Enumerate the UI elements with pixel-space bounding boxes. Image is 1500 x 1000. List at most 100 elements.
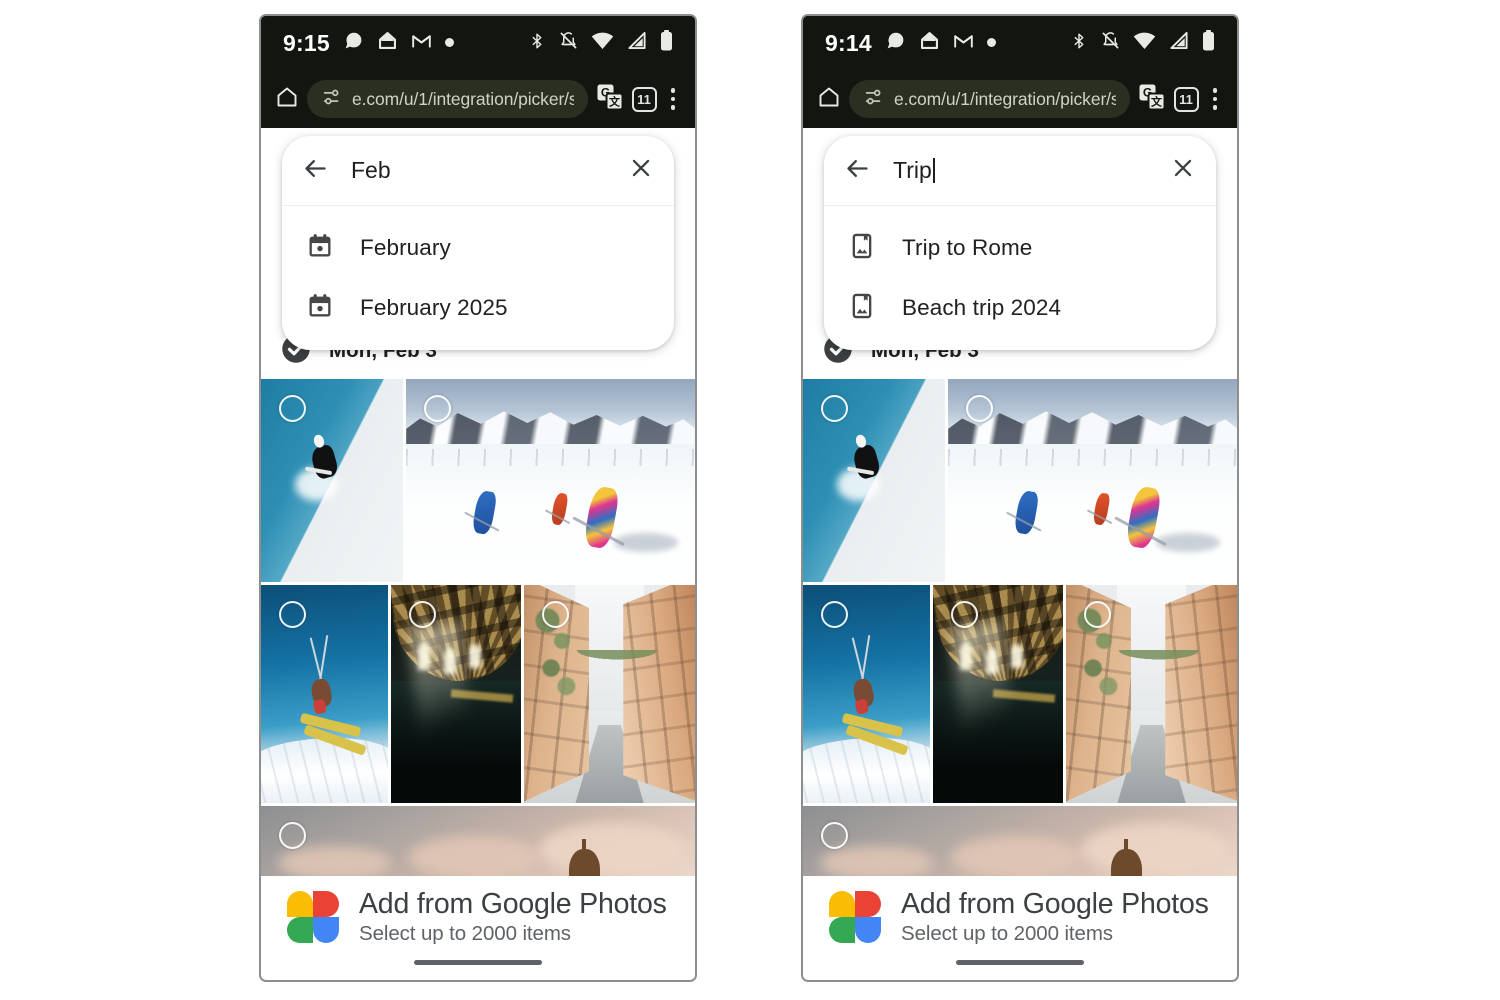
photo-grid-row [803,379,1237,582]
photo-sunset-dome[interactable] [803,806,1237,882]
svg-text:文: 文 [1151,94,1163,108]
search-suggestion[interactable]: Trip to Rome [824,218,1216,278]
photo-grid-row [261,585,695,803]
tab-switcher-button[interactable]: 11 [631,86,657,112]
photo-sunset-dome[interactable] [261,806,695,882]
bottom-action-sheet[interactable]: Add from Google Photos Select up to 2000 … [261,876,695,980]
chat-bubble-icon [885,30,906,56]
search-suggestion[interactable]: Beach trip 2024 [824,278,1216,338]
photo-grid-row [803,806,1237,882]
unselected-circle-icon[interactable] [821,395,848,422]
home-icon[interactable] [275,85,299,114]
unselected-circle-icon[interactable] [409,601,437,628]
android-status-bar: 9:14 [803,16,1237,70]
photo-italian-street[interactable] [1066,585,1237,803]
phone-right: 9:14 e.com/u/1/integration/picker/s G 文 11 Mo… [801,14,1239,982]
search-bar[interactable]: Feb [282,136,674,206]
home-indicator [414,960,542,965]
bottom-sheet-subtitle: Select up to 2000 items [901,922,1113,945]
cell-signal-icon [1169,31,1189,55]
tune-icon[interactable] [863,86,885,113]
screenshot-canvas: 9:15 e.com/u/1/integration/picker/s G 文 11 Mo… [0,0,1500,1000]
search-input[interactable]: Feb [329,157,628,184]
gmail-icon [953,30,974,56]
google-home-icon [919,30,940,56]
photo-ski-panorama[interactable] [405,379,695,582]
address-bar-url: e.com/u/1/integration/picker/s [894,88,1116,109]
cell-signal-icon [627,31,647,55]
status-right-cluster [1070,30,1215,56]
status-time: 9:15 [283,29,330,56]
photo-basilica-interior[interactable] [391,585,522,803]
unselected-circle-icon[interactable] [965,395,993,422]
google-home-icon [377,30,398,56]
address-bar[interactable]: e.com/u/1/integration/picker/s [849,80,1130,118]
back-arrow-icon[interactable] [844,155,871,187]
photo-skier-slope[interactable] [261,379,403,582]
home-icon[interactable] [817,85,841,114]
close-icon[interactable] [1170,155,1196,186]
browser-toolbar: e.com/u/1/integration/picker/s G 文 11 [261,70,695,128]
close-icon[interactable] [628,155,654,186]
home-indicator [956,960,1084,965]
more-vertical-icon[interactable] [1207,88,1224,110]
bottom-sheet-subtitle: Select up to 2000 items [359,922,571,945]
page-viewport: Mon, Feb 3 Trip Trip to Rome Beach trip 202… [803,128,1237,980]
notifications-muted-icon [1101,31,1120,55]
photo-skier-slope[interactable] [803,379,945,582]
photo-italian-street[interactable] [524,585,695,803]
search-bar[interactable]: Trip [824,136,1216,206]
unselected-circle-icon[interactable] [821,601,848,628]
translate-icon[interactable]: G文 [596,83,624,116]
photo-skier-jump[interactable] [261,585,389,803]
unselected-circle-icon[interactable] [1084,601,1112,628]
unselected-circle-icon[interactable] [279,395,306,422]
photo-skier-jump[interactable] [803,585,931,803]
svg-text:文: 文 [609,94,621,108]
bottom-sheet-title: Add from Google Photos [901,888,1209,920]
photo-ski-panorama[interactable] [947,379,1237,582]
album-icon [848,292,876,325]
battery-icon [1202,30,1215,56]
search-input[interactable]: Trip [871,157,1170,184]
tab-switcher-button[interactable]: 11 [1173,86,1199,112]
bottom-action-sheet[interactable]: Add from Google Photos Select up to 2000 … [803,876,1237,980]
more-vertical-icon[interactable] [665,88,682,110]
photo-grid-row [261,806,695,882]
photo-basilica-interior[interactable] [933,585,1064,803]
search-suggestion-label: Trip to Rome [902,235,1033,260]
status-right-cluster [528,30,673,56]
back-arrow-icon[interactable] [302,155,329,187]
album-icon [848,232,876,265]
google-photos-logo [829,891,881,943]
tune-icon[interactable] [321,86,343,113]
bottom-sheet-title: Add from Google Photos [359,888,667,920]
battery-icon [660,30,673,56]
photo-grid-row [261,379,695,582]
notifications-muted-icon [559,31,578,55]
wifi-icon [1133,31,1156,55]
search-suggestion-label: February [360,235,451,260]
search-suggestion[interactable]: February [282,218,674,278]
address-bar[interactable]: e.com/u/1/integration/picker/s [307,80,588,118]
search-suggestion[interactable]: February 2025 [282,278,674,338]
unselected-circle-icon[interactable] [279,822,306,849]
dot-icon [444,34,454,52]
bluetooth-icon [1070,32,1088,55]
bottom-sheet-main: Add from Google Photos Select up to 2000 … [803,876,1237,946]
status-left-cluster: 9:15 [283,30,454,57]
browser-toolbar: e.com/u/1/integration/picker/s G 文 11 [803,70,1237,128]
unselected-circle-icon[interactable] [542,601,570,628]
android-status-bar: 9:15 [261,16,695,70]
address-bar-url: e.com/u/1/integration/picker/s [352,88,574,109]
unselected-circle-icon[interactable] [951,601,979,628]
calendar-icon [306,292,334,325]
bottom-sheet-main: Add from Google Photos Select up to 2000 … [261,876,695,946]
phone-left: 9:15 e.com/u/1/integration/picker/s G 文 11 Mo… [259,14,697,982]
unselected-circle-icon[interactable] [279,601,306,628]
unselected-circle-icon[interactable] [423,395,451,422]
unselected-circle-icon[interactable] [821,822,848,849]
translate-icon[interactable]: G文 [1138,83,1166,116]
dot-icon [986,34,996,52]
calendar-icon [306,232,334,265]
